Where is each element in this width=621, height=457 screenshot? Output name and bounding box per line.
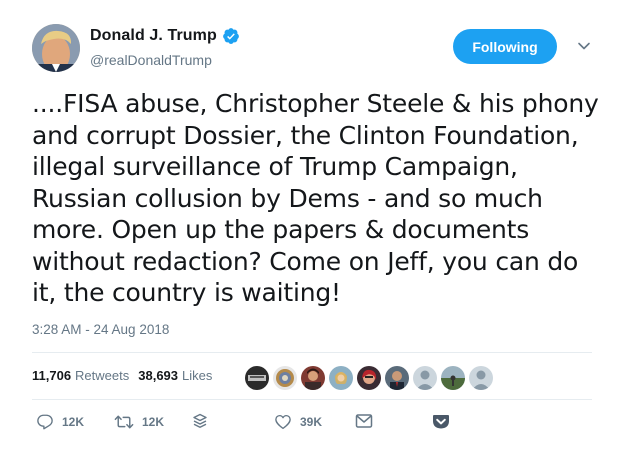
tweet-stats: 11,706 Retweets 38,693 Likes bbox=[32, 368, 212, 383]
liker-avatar[interactable] bbox=[356, 365, 382, 391]
pocket-button[interactable] bbox=[432, 413, 450, 430]
reply-count: 12K bbox=[62, 415, 85, 429]
retweet-icon bbox=[114, 415, 134, 429]
liker-avatar[interactable] bbox=[440, 365, 466, 391]
liker-avatars bbox=[244, 365, 494, 391]
tweet-text-line: without redaction? Come on Jeff, you can… bbox=[32, 246, 579, 276]
retweets-label[interactable]: Retweets bbox=[75, 368, 129, 383]
chevron-down-icon[interactable] bbox=[576, 38, 592, 54]
tweet-text-line: Russian collusion by Dems - and so much bbox=[32, 183, 543, 213]
tweet-text-line: ....FISA abuse, Christopher Steele & his… bbox=[32, 89, 599, 118]
display-name[interactable]: Donald J. Trump bbox=[90, 27, 217, 45]
tweet-text-line: it, the country is waiting! bbox=[32, 278, 341, 307]
stack-icon bbox=[193, 413, 207, 428]
likes-label[interactable]: Likes bbox=[182, 368, 212, 383]
reply-icon bbox=[37, 414, 53, 430]
avatar[interactable] bbox=[32, 24, 80, 72]
verified-badge-icon bbox=[222, 27, 240, 45]
liker-avatar[interactable] bbox=[328, 365, 354, 391]
pocket-icon bbox=[433, 415, 449, 429]
liker-avatar[interactable] bbox=[384, 365, 410, 391]
liker-avatar[interactable] bbox=[300, 365, 326, 391]
tweet-text-line: and corrupt Dossier, the Clinton Foundat… bbox=[32, 120, 579, 150]
user-name-row[interactable]: Donald J. Trump bbox=[90, 27, 240, 45]
divider bbox=[32, 352, 592, 353]
user-handle[interactable]: @realDonaldTrump bbox=[90, 52, 212, 68]
envelope-icon bbox=[355, 414, 373, 428]
like-button[interactable]: 39K bbox=[274, 413, 322, 431]
reply-button[interactable]: 12K bbox=[36, 413, 84, 431]
divider bbox=[32, 399, 592, 400]
like-count: 39K bbox=[300, 415, 323, 429]
stack-button[interactable] bbox=[192, 413, 208, 429]
message-button[interactable] bbox=[355, 413, 373, 429]
likes-count[interactable]: 38,693 bbox=[138, 368, 178, 383]
tweet-actions: 12K 12K 39K bbox=[32, 413, 592, 437]
heart-icon bbox=[275, 414, 291, 430]
liker-avatar[interactable] bbox=[412, 365, 438, 391]
retweet-button[interactable]: 12K bbox=[114, 413, 164, 431]
tweet-text-line: illegal surveillance of Trump Campaign, bbox=[32, 152, 518, 181]
tweet-text-line: more. Open up the papers & documents bbox=[32, 215, 530, 244]
liker-avatar[interactable] bbox=[468, 365, 494, 391]
tweet-text: ....FISA abuse, Christopher Steele & his… bbox=[32, 88, 599, 309]
tweet-timestamp[interactable]: 3:28 AM - 24 Aug 2018 bbox=[32, 322, 169, 337]
retweets-count[interactable]: 11,706 bbox=[32, 368, 71, 383]
tweet-card: Donald J. Trump @realDonaldTrump Followi… bbox=[0, 0, 621, 457]
liker-avatar[interactable] bbox=[272, 365, 298, 391]
following-button[interactable]: Following bbox=[453, 29, 557, 64]
retweet-count: 12K bbox=[142, 415, 165, 429]
liker-avatar[interactable] bbox=[244, 365, 270, 391]
